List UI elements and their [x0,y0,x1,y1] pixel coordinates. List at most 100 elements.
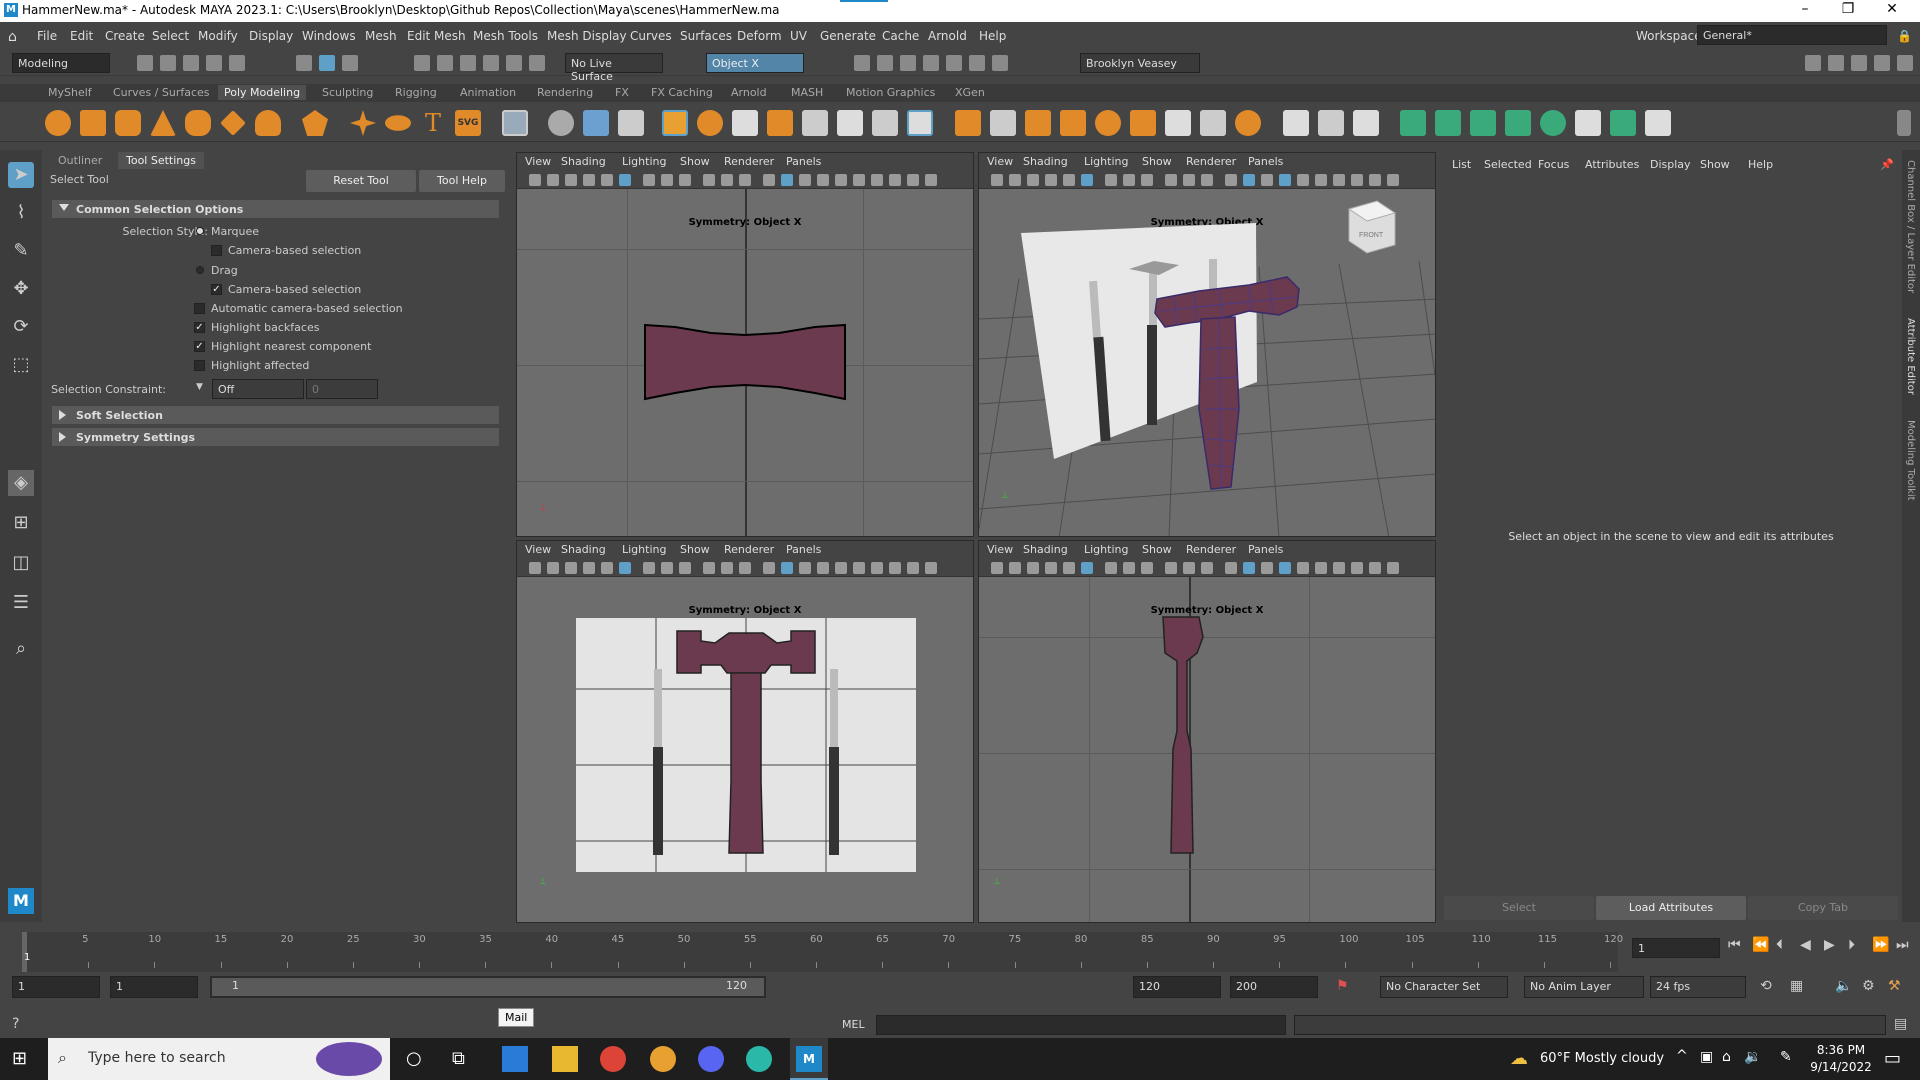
cortana-icon[interactable]: ○ [406,1048,422,1069]
fps-dropdown[interactable]: 24 fps [1650,976,1746,998]
super-shape-icon[interactable] [350,110,376,136]
mel-label[interactable]: MEL [842,1018,865,1031]
textured-icon[interactable] [1279,174,1291,186]
resolution-gate-icon[interactable] [1141,174,1153,186]
four-view-icon[interactable]: ⊞ [8,510,34,536]
undo-icon[interactable] [206,55,222,71]
2d-pan-icon[interactable] [1063,174,1075,186]
spherical-uv-icon[interactable] [1470,110,1496,136]
gate-mask-icon[interactable] [1165,174,1177,186]
ae-menu-selected[interactable]: Selected [1484,158,1532,171]
menu-modify[interactable]: Modify [198,29,238,43]
poly-disc-icon[interactable] [255,110,281,136]
wireframe-icon[interactable] [1225,174,1237,186]
todo-app-icon[interactable] [650,1046,676,1072]
radio-drag[interactable] [196,266,204,274]
menu-surfaces[interactable]: Surfaces [680,29,732,43]
search-icon[interactable]: ⌕ [8,636,34,662]
viewport-side[interactable]: View Shading Lighting Show Renderer Pane… [978,540,1436,923]
isolate-select-icon[interactable] [1333,174,1345,186]
chrome-icon[interactable] [600,1046,626,1072]
auto-key-icon[interactable]: ⚑ [1336,978,1349,994]
sound-icon[interactable]: 🔈 [1835,978,1852,994]
app-icon[interactable] [746,1046,772,1072]
extrude-icon[interactable] [732,110,758,136]
tab-channel-box[interactable]: Channel Box / Layer Editor [1905,160,1916,293]
live-surface-field[interactable]: No Live Surface [565,53,663,83]
home-icon[interactable]: ⌂ [8,29,17,45]
snap-view-icon[interactable] [483,55,499,71]
multi-cut-icon[interactable] [907,110,933,136]
soft-brush-icon[interactable] [1283,110,1309,136]
new-scene-icon[interactable] [137,55,153,71]
lock-icon[interactable]: 🔒 [1897,29,1912,43]
insert-loop-icon[interactable] [1060,110,1086,136]
tab-tool-settings[interactable]: Tool Settings [118,152,204,169]
file-explorer-icon[interactable] [552,1046,578,1072]
select-object-icon[interactable] [319,55,335,71]
menu-deform[interactable]: Deform [737,29,782,43]
clock-date[interactable]: 9/14/2022 [1808,1060,1874,1074]
menu-create[interactable]: Create [105,29,145,43]
vp-menu-view[interactable]: View [987,155,1013,168]
ae-copy-tab-button[interactable]: Copy Tab [1748,896,1898,920]
shelf-tab-xgen[interactable]: XGen [955,86,985,99]
task-view-icon[interactable]: ⧉ [452,1048,465,1069]
toggle-attribute-editor-icon[interactable] [1828,55,1844,71]
ae-menu-attributes[interactable]: Attributes [1585,158,1639,171]
save-scene-icon[interactable] [183,55,199,71]
target-weld-icon[interactable] [955,110,981,136]
animation-prefs-icon[interactable]: ⚒ [1888,978,1901,994]
clock-time[interactable]: 8:36 PM [1808,1043,1874,1057]
step-forward-key-icon[interactable]: ⏩ [1872,937,1889,953]
open-scene-icon[interactable] [160,55,176,71]
poly-plane-icon[interactable] [220,110,246,136]
menu-mesh[interactable]: Mesh [365,29,397,43]
user-account-dropdown[interactable]: Brooklyn Veasey [1080,53,1200,73]
anim-layer-dropdown[interactable]: No Anim Layer [1524,976,1644,998]
ae-select-button[interactable]: Select [1444,896,1594,920]
film-gate-icon[interactable] [1123,174,1135,186]
reset-tool-button[interactable]: Reset Tool [306,170,416,192]
menu-windows[interactable]: Windows [302,29,356,43]
camera-attr-icon[interactable] [1009,174,1021,186]
field-chart-icon[interactable] [1183,174,1195,186]
safe-action-icon[interactable] [1201,174,1213,186]
sweep-mesh-icon[interactable] [385,115,411,131]
render-view-icon[interactable] [854,55,870,71]
checkbox-highlight-affected[interactable] [194,360,205,371]
render-settings-icon[interactable] [923,55,939,71]
tab-attribute-editor[interactable]: Attribute Editor [1905,318,1916,395]
taskbar-search[interactable]: ⌕ Type here to search [48,1038,390,1080]
bookmark-icon[interactable] [1027,174,1039,186]
snap-point-icon[interactable] [460,55,476,71]
poly-cylinder-icon[interactable] [115,110,141,136]
loop-icon[interactable]: ⟲ [1760,978,1772,994]
append-icon[interactable] [837,110,863,136]
weather-text[interactable]: 60°F Mostly cloudy [1540,1051,1664,1066]
menu-mesh-tools[interactable]: Mesh Tools [473,29,538,43]
poly-cone-icon[interactable] [150,110,176,136]
bridge-icon[interactable] [767,110,793,136]
poly-cube-icon[interactable] [80,110,106,136]
mail-app-icon[interactable] [502,1046,528,1072]
platonic-solid-icon[interactable] [302,110,328,136]
shelf-tab-curves-surfaces[interactable]: Curves / Surfaces [113,86,210,99]
cache-icon[interactable]: ▦ [1790,978,1803,994]
radio-marquee[interactable] [196,227,204,235]
volume-icon[interactable]: 🔉 [1744,1049,1761,1065]
ae-menu-help[interactable]: Help [1748,158,1773,171]
ae-menu-focus[interactable]: Focus [1538,158,1569,171]
ae-menu-display[interactable]: Display [1650,158,1691,171]
symmetry-dropdown[interactable]: Object X [706,53,804,73]
go-to-start-icon[interactable]: ⏮ [1728,937,1741,953]
workspace-dropdown[interactable]: General* [1697,25,1887,45]
tab-modeling-toolkit[interactable]: Modeling Toolkit [1905,420,1916,501]
current-frame-field[interactable]: 1 [1632,938,1720,958]
menu-help[interactable]: Help [979,29,1006,43]
range-track[interactable]: 1 120 [210,976,766,998]
constraint-dropdown-arrow-icon[interactable]: ▼ [196,382,203,392]
play-forward-icon[interactable]: ▶ [1824,937,1835,953]
snap-surface-icon[interactable] [506,55,522,71]
select-hierarchy-icon[interactable] [296,55,312,71]
